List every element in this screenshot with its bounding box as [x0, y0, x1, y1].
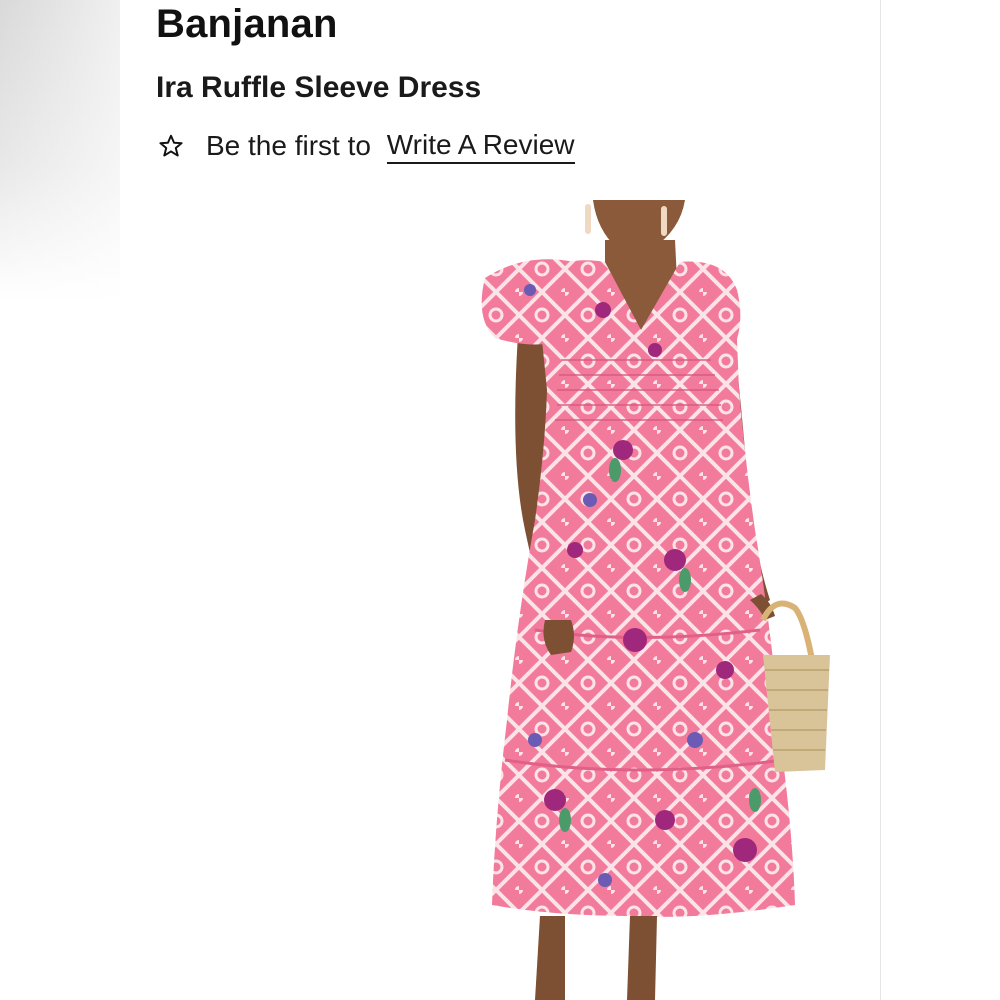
product-photo[interactable]	[335, 200, 855, 1000]
product-title: Ira Ruffle Sleeve Dress	[156, 71, 482, 104]
product-panel: Banjanan Ira Ruffle Sleeve Dress Be the …	[120, 0, 880, 1000]
dress-photo-illustration	[481, 200, 830, 1000]
review-prompt: Be the first to Write A Review	[158, 128, 575, 164]
review-prefix: Be the first to	[206, 130, 379, 161]
write-review-link[interactable]: Write A Review	[386, 129, 575, 164]
page: Banjanan Ira Ruffle Sleeve Dress Be the …	[0, 0, 1000, 1000]
star-outline-icon	[158, 133, 184, 159]
left-gutter	[0, 0, 120, 300]
brand-name[interactable]: Banjanan	[156, 2, 338, 46]
right-divider	[880, 0, 881, 1000]
